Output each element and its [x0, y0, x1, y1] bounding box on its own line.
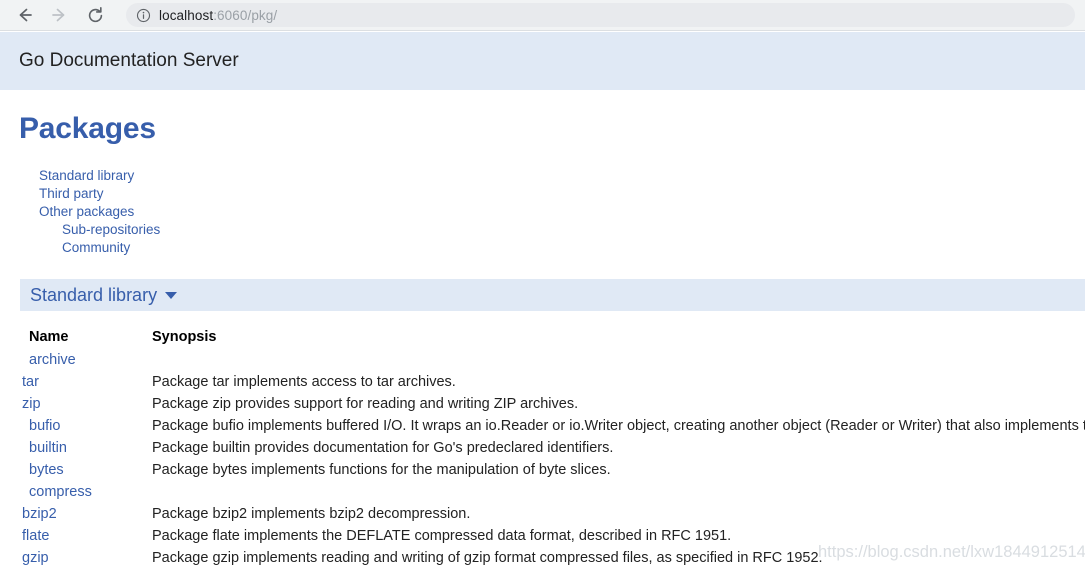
package-name-cell: zip	[0, 393, 152, 415]
package-synopsis-cell: Package tar implements access to tar arc…	[152, 374, 456, 390]
package-link-gzip[interactable]: gzip	[22, 550, 49, 566]
table-row: bytes Package bytes implements functions …	[0, 459, 1085, 481]
table-row: tar Package tar implements access to tar …	[0, 371, 1085, 393]
package-link-archive[interactable]: archive	[29, 352, 76, 368]
package-link-bzip2[interactable]: bzip2	[22, 506, 57, 522]
url-host: localhost	[159, 7, 214, 23]
column-header-name: Name	[29, 329, 69, 345]
table-row: gzip Package gzip implements reading and …	[0, 547, 1085, 569]
toc-link-standard-library[interactable]: Standard library	[39, 167, 134, 185]
package-name-cell: flate	[0, 525, 152, 547]
package-name-cell: bytes	[0, 459, 152, 481]
package-synopsis-cell	[152, 481, 1085, 503]
package-link-builtin[interactable]: builtin	[29, 440, 67, 456]
toc-link-other-packages[interactable]: Other packages	[39, 203, 134, 221]
table-row: builtin Package builtin provides document…	[0, 437, 1085, 459]
back-button[interactable]	[10, 0, 40, 30]
package-name-cell: bzip2	[0, 503, 152, 525]
arrow-left-icon	[19, 8, 32, 22]
reload-button[interactable]	[80, 0, 110, 30]
package-link-bytes[interactable]: bytes	[29, 462, 64, 478]
package-name-cell: archive	[0, 349, 152, 371]
site-title: Go Documentation Server	[19, 50, 239, 71]
toc-item: Third party	[0, 185, 1085, 203]
package-name-cell: builtin	[0, 437, 152, 459]
package-synopsis-cell: Package zip provides support for reading…	[152, 396, 579, 412]
caret-down-icon	[165, 291, 178, 299]
package-synopsis-cell: Package bzip2 implements bzip2 decompres…	[152, 506, 471, 522]
table-header-row: Name Synopsis	[0, 326, 1085, 349]
url-text: localhost:6060/pkg/	[159, 8, 277, 23]
toc-link-sub-repositories[interactable]: Sub-repositories	[62, 221, 160, 239]
table-row: compress	[0, 481, 1085, 503]
table-row: archive	[0, 349, 1085, 371]
info-circle-icon[interactable]	[136, 8, 151, 23]
toc-item: Other packages	[0, 203, 1085, 221]
package-synopsis-cell: Package bufio implements buffered I/O. I…	[152, 418, 1085, 434]
arrow-right-icon	[52, 8, 65, 22]
package-synopsis-cell	[152, 349, 1085, 371]
site-header: Go Documentation Server	[0, 32, 1085, 90]
package-name-cell: tar	[0, 371, 152, 393]
package-synopsis-cell: Package bytes implements functions for t…	[152, 462, 611, 478]
package-name-cell: compress	[0, 481, 152, 503]
package-link-tar[interactable]: tar	[22, 374, 39, 390]
table-row: zip Package zip provides support for read…	[0, 393, 1085, 415]
package-synopsis-cell: Package flate implements the DEFLATE com…	[152, 528, 732, 544]
address-bar[interactable]: localhost:6060/pkg/	[126, 3, 1075, 27]
toc-item: Community	[0, 239, 1085, 257]
standard-library-label: Standard library	[30, 284, 158, 305]
url-path: :6060/pkg/	[213, 7, 278, 23]
package-link-zip[interactable]: zip	[22, 396, 41, 412]
table-row: bufio Package bufio implements buffered I…	[0, 415, 1085, 437]
standard-library-toggle[interactable]: Standard library	[30, 284, 178, 306]
browser-toolbar: localhost:6060/pkg/	[0, 0, 1085, 31]
package-table: Name Synopsis archive tar Package tar impl…	[0, 326, 1085, 569]
standard-library-section-header[interactable]: Standard library	[20, 278, 1085, 311]
package-link-bufio[interactable]: bufio	[29, 418, 60, 434]
package-link-flate[interactable]: flate	[22, 528, 49, 544]
forward-button	[44, 0, 74, 30]
package-synopsis-cell: Package gzip implements reading and writ…	[152, 550, 823, 566]
toc-link-third-party[interactable]: Third party	[39, 185, 104, 203]
table-row: flate Package flate implements the DEFLAT…	[0, 525, 1085, 547]
package-name-cell: gzip	[0, 547, 152, 569]
toc-link-community[interactable]: Community	[62, 239, 130, 257]
table-of-contents: Standard library Third party Other packa…	[0, 167, 1085, 257]
toc-item: Sub-repositories	[0, 221, 1085, 239]
page-title: Packages	[19, 112, 156, 145]
package-synopsis-cell: Package builtin provides documentation f…	[152, 440, 614, 456]
main-content: Packages Standard library Third party Ot…	[0, 90, 1085, 569]
package-link-compress[interactable]: compress	[29, 484, 92, 500]
column-header-synopsis: Synopsis	[152, 329, 217, 345]
toc-item: Standard library	[0, 167, 1085, 185]
reload-icon	[88, 6, 102, 22]
table-row: bzip2 Package bzip2 implements bzip2 deco…	[0, 503, 1085, 525]
package-name-cell: bufio	[0, 415, 152, 437]
